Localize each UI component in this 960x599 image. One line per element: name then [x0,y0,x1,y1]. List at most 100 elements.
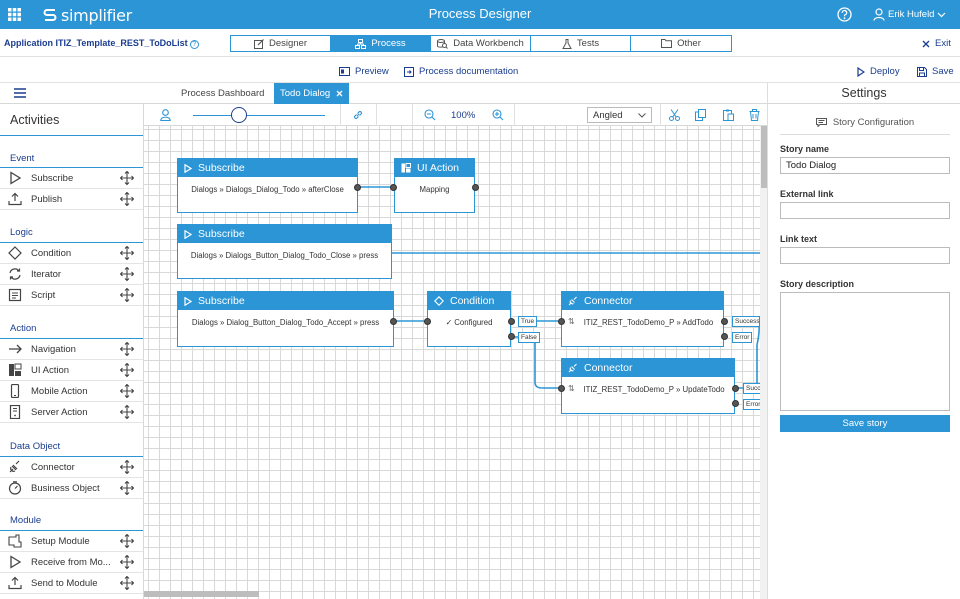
output-port-true[interactable] [508,318,515,325]
move-icon[interactable] [120,534,134,548]
tab-todo-dialog[interactable]: Todo Dialog [274,83,350,104]
output-port[interactable] [390,318,397,325]
tab-designer[interactable]: Designer [231,36,331,51]
user-icon [873,8,885,21]
output-port-success[interactable] [721,318,728,325]
divider [660,104,661,126]
help-icon[interactable] [837,7,852,22]
activities-sidebar: Activities Event Subscribe Publish Logic… [0,104,144,599]
move-icon[interactable] [120,363,134,377]
tab-process-dashboard[interactable]: Process Dashboard [175,83,270,104]
save-button[interactable]: Save [917,66,954,77]
output-port-false[interactable] [508,333,515,340]
zoom-slider-track[interactable] [193,115,325,116]
activity-publish[interactable]: Publish [0,189,143,210]
ui-action-node[interactable]: UI Action Mapping [394,158,475,213]
link-text-label: Link text [780,234,818,244]
user-icon[interactable] [160,109,171,121]
move-icon[interactable] [120,246,134,260]
input-port[interactable] [558,318,565,325]
output-port-success[interactable] [732,385,739,392]
connector-node[interactable]: Connector ⇅ ITIZ_REST_TodoDemo_P » AddTo… [561,291,724,347]
connector-node[interactable]: Connector ⇅ ITIZ_REST_TodoDemo_P » Updat… [561,358,735,414]
activity-connector[interactable]: Connector [0,457,143,478]
move-icon[interactable] [120,267,134,281]
move-icon[interactable] [120,576,134,590]
activity-setup-module[interactable]: Setup Module [0,531,143,552]
output-tag-error: Error [732,332,753,343]
copy-icon[interactable] [695,109,706,121]
tab-tests[interactable]: Tests [531,36,631,51]
close-tab-icon[interactable] [336,90,343,97]
activity-server-action[interactable]: Server Action [0,402,143,423]
input-port[interactable] [558,385,565,392]
move-icon[interactable] [120,192,134,206]
move-icon[interactable] [120,342,134,356]
output-port[interactable] [472,184,479,191]
condition-node[interactable]: Condition ✓ Configured [427,291,511,347]
line-style-select[interactable]: Angled [587,107,652,123]
process-icon [355,38,367,49]
activity-send-to-module[interactable]: Send to Module [0,573,143,594]
connection-line[interactable] [513,336,565,389]
user-menu[interactable]: Erik Hufeld [873,8,946,21]
process-documentation-button[interactable]: Process documentation [404,66,518,77]
process-canvas[interactable]: Subscribe Dialogs » Dialogs_Dialog_Todo … [144,126,767,599]
output-port-error[interactable] [721,333,728,340]
move-icon[interactable] [120,460,134,474]
story-name-input[interactable] [780,157,950,174]
subscribe-node[interactable]: Subscribe Dialogs » Dialogs_Button_Dialo… [177,224,392,279]
input-port[interactable] [390,184,397,191]
activity-script[interactable]: Script [0,285,143,306]
activity-condition[interactable]: Condition [0,243,143,264]
zoom-out-icon[interactable] [424,109,436,121]
info-icon[interactable]: ? [189,40,199,49]
activity-label: Script [31,290,56,301]
output-port[interactable] [354,184,361,191]
move-icon[interactable] [120,481,134,495]
move-icon[interactable] [120,288,134,302]
tab-process[interactable]: Process [331,36,431,51]
story-description-textarea[interactable] [780,292,950,411]
activity-subscribe[interactable]: Subscribe [0,168,143,189]
move-icon[interactable] [120,171,134,185]
link-icon[interactable] [352,109,364,121]
subscribe-node[interactable]: Subscribe Dialogs » Dialog_Button_Dialog… [177,291,394,347]
external-link-input[interactable] [780,202,950,219]
move-icon[interactable] [120,555,134,569]
tab-data-workbench[interactable]: Data Workbench [431,36,531,51]
deploy-button[interactable]: Deploy [857,66,900,77]
node-body-text: ITIZ_REST_TodoDemo_P » AddTodo [583,318,714,327]
vertical-scrollbar[interactable] [760,126,767,599]
tab-label: Todo Dialog [280,88,331,99]
move-icon[interactable] [120,405,134,419]
tab-other[interactable]: Other [631,36,731,51]
cut-icon[interactable] [669,109,680,121]
exit-button[interactable]: Exit [922,38,951,49]
zoom-slider-handle[interactable] [231,107,247,123]
node-body: Mapping [419,185,450,194]
hamburger-menu-icon[interactable] [14,88,26,98]
horizontal-scrollbar-thumb[interactable] [144,591,259,597]
activity-navigation[interactable]: Navigation [0,339,143,360]
paste-icon[interactable] [723,109,734,121]
app-grid-icon[interactable] [8,8,21,21]
zoom-in-icon[interactable] [492,109,504,121]
save-story-button[interactable]: Save story [780,415,950,432]
simplifier-logo[interactable]: simplifier [42,6,132,25]
input-port[interactable] [424,318,431,325]
preview-button[interactable]: Preview [339,66,389,77]
activity-label: Receive from Mo... [31,557,111,568]
preview-label: Preview [355,66,389,77]
activity-ui-action[interactable]: UI Action [0,360,143,381]
activity-business-object[interactable]: Business Object [0,478,143,499]
trash-icon[interactable] [749,109,760,121]
link-text-input[interactable] [780,247,950,264]
move-icon[interactable] [120,384,134,398]
activity-iterator[interactable]: Iterator [0,264,143,285]
subscribe-node[interactable]: Subscribe Dialogs » Dialogs_Dialog_Todo … [177,158,358,213]
output-port-error[interactable] [732,400,739,407]
activity-mobile-action[interactable]: Mobile Action [0,381,143,402]
node-title: Subscribe [198,228,245,240]
activity-receive-from-module[interactable]: Receive from Mo... [0,552,143,573]
